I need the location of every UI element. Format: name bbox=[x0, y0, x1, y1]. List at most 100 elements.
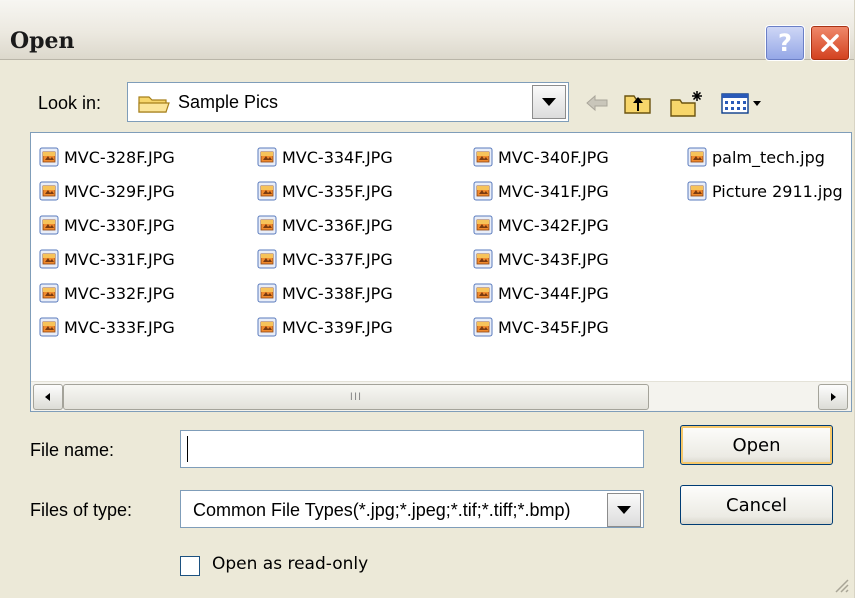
files-of-type-label: Files of type: bbox=[30, 500, 133, 520]
chevron-down-icon bbox=[542, 98, 556, 106]
view-menu-button[interactable] bbox=[718, 86, 766, 120]
close-button[interactable] bbox=[810, 25, 850, 61]
files-of-type-value: Common File Types(*.jpg;*.jpeg;*.tif;*.t… bbox=[193, 500, 571, 520]
scroll-left-button[interactable] bbox=[33, 384, 63, 410]
image-file-icon bbox=[39, 249, 59, 269]
image-file-icon bbox=[257, 283, 277, 303]
file-name-text: MVC-345F.JPG bbox=[498, 317, 609, 337]
file-name-text: MVC-344F.JPG bbox=[498, 283, 609, 303]
file-name-text: MVC-328F.JPG bbox=[64, 147, 175, 167]
look-in-label: Look in: bbox=[38, 93, 101, 114]
look-in-label-text: Look in: bbox=[38, 93, 102, 113]
file-name-text: MVC-329F.JPG bbox=[64, 181, 175, 201]
file-name-text: MVC-337F.JPG bbox=[282, 249, 393, 269]
title-bar[interactable]: Open ? bbox=[0, 0, 854, 61]
file-item[interactable]: MVC-330F.JPG bbox=[39, 212, 175, 238]
image-file-icon bbox=[257, 249, 277, 269]
new-folder-icon bbox=[670, 91, 702, 117]
file-name-text: MVC-341F.JPG bbox=[498, 181, 609, 201]
image-file-icon bbox=[473, 147, 493, 167]
scroll-right-button[interactable] bbox=[818, 384, 848, 410]
file-name-text: MVC-331F.JPG bbox=[64, 249, 175, 269]
file-item[interactable]: MVC-336F.JPG bbox=[257, 212, 393, 238]
file-item[interactable]: MVC-341F.JPG bbox=[473, 178, 609, 204]
look-in-dropdown-button[interactable] bbox=[532, 85, 566, 119]
image-file-icon bbox=[39, 317, 59, 337]
file-name-text: palm_tech.jpg bbox=[712, 147, 825, 167]
file-item[interactable]: MVC-343F.JPG bbox=[473, 246, 609, 272]
image-file-icon bbox=[39, 147, 59, 167]
look-in-value: Sample Pics bbox=[178, 92, 279, 112]
look-in-combo[interactable]: Sample Pics bbox=[127, 82, 569, 122]
file-name-text: MVC-339F.JPG bbox=[282, 317, 393, 337]
dialog-title: Open bbox=[10, 28, 75, 54]
image-file-icon bbox=[39, 181, 59, 201]
text-caret bbox=[187, 436, 188, 462]
image-file-icon bbox=[473, 215, 493, 235]
file-item[interactable]: MVC-333F.JPG bbox=[39, 314, 175, 340]
horizontal-scrollbar[interactable]: III bbox=[31, 381, 851, 411]
resize-grip-icon[interactable] bbox=[830, 574, 850, 594]
file-item[interactable]: MVC-334F.JPG bbox=[257, 144, 393, 170]
close-x-icon bbox=[821, 34, 839, 52]
file-item[interactable]: MVC-340F.JPG bbox=[473, 144, 609, 170]
file-item[interactable]: MVC-331F.JPG bbox=[39, 246, 175, 272]
open-button[interactable]: Open bbox=[680, 425, 833, 465]
scroll-thumb[interactable]: III bbox=[63, 384, 649, 410]
question-icon: ? bbox=[778, 29, 792, 57]
file-name-text: MVC-342F.JPG bbox=[498, 215, 609, 235]
file-name-text: MVC-338F.JPG bbox=[282, 283, 393, 303]
image-file-icon bbox=[257, 317, 277, 337]
up-folder-icon bbox=[624, 95, 651, 114]
file-item[interactable]: palm_tech.jpg bbox=[687, 144, 825, 170]
file-item[interactable]: MVC-328F.JPG bbox=[39, 144, 175, 170]
image-file-icon bbox=[473, 249, 493, 269]
file-name-text: MVC-333F.JPG bbox=[64, 317, 175, 337]
read-only-label[interactable]: Open as read-only bbox=[212, 554, 368, 574]
file-item[interactable]: MVC-332F.JPG bbox=[39, 280, 175, 306]
image-file-icon bbox=[257, 215, 277, 235]
file-item[interactable]: MVC-338F.JPG bbox=[257, 280, 393, 306]
file-name-text: MVC-332F.JPG bbox=[64, 283, 175, 303]
chevron-left-icon bbox=[45, 393, 50, 401]
chevron-right-icon bbox=[831, 393, 836, 401]
file-item[interactable]: Picture 2911.jpg bbox=[687, 178, 843, 204]
file-item[interactable]: MVC-345F.JPG bbox=[473, 314, 609, 340]
file-item[interactable]: MVC-335F.JPG bbox=[257, 178, 393, 204]
image-file-icon bbox=[257, 147, 277, 167]
image-file-icon bbox=[473, 317, 493, 337]
view-menu-icon bbox=[721, 93, 761, 114]
file-name-text: MVC-343F.JPG bbox=[498, 249, 609, 269]
file-item[interactable]: MVC-337F.JPG bbox=[257, 246, 393, 272]
back-arrow-icon bbox=[586, 94, 608, 112]
file-item[interactable]: MVC-329F.JPG bbox=[39, 178, 175, 204]
image-file-icon bbox=[257, 181, 277, 201]
image-file-icon bbox=[687, 147, 707, 167]
grip-icon: III bbox=[349, 391, 363, 403]
file-name-text: MVC-340F.JPG bbox=[498, 147, 609, 167]
file-item[interactable]: MVC-339F.JPG bbox=[257, 314, 393, 340]
file-item[interactable]: MVC-344F.JPG bbox=[473, 280, 609, 306]
new-folder-button[interactable] bbox=[668, 86, 706, 120]
file-item[interactable]: MVC-342F.JPG bbox=[473, 212, 609, 238]
open-dialog: Open ? Look in: Sample Pics MVC-328F.JPG… bbox=[0, 0, 855, 598]
folder-icon bbox=[138, 96, 170, 113]
file-name-input[interactable] bbox=[180, 430, 644, 468]
read-only-checkbox[interactable] bbox=[180, 556, 200, 576]
image-file-icon bbox=[687, 181, 707, 201]
file-name-text: MVC-330F.JPG bbox=[64, 215, 175, 235]
chevron-down-icon bbox=[617, 506, 631, 514]
cancel-button[interactable]: Cancel bbox=[680, 485, 833, 525]
image-file-icon bbox=[39, 283, 59, 303]
up-one-level-button[interactable] bbox=[622, 86, 654, 120]
file-name-text: MVC-334F.JPG bbox=[282, 147, 393, 167]
file-name-text: MVC-335F.JPG bbox=[282, 181, 393, 201]
files-of-type-dropdown-button[interactable] bbox=[607, 493, 641, 527]
help-button[interactable]: ? bbox=[765, 25, 805, 61]
image-file-icon bbox=[473, 181, 493, 201]
file-name-text: Picture 2911.jpg bbox=[712, 181, 843, 201]
back-button[interactable] bbox=[582, 86, 612, 120]
file-list[interactable]: MVC-328F.JPG MVC-329F.JPG MVC-330F.JPG MVC-… bbox=[30, 132, 852, 412]
files-of-type-select[interactable]: Common File Types(*.jpg;*.jpeg;*.tif;*.t… bbox=[180, 490, 644, 528]
file-name-text: MVC-336F.JPG bbox=[282, 215, 393, 235]
